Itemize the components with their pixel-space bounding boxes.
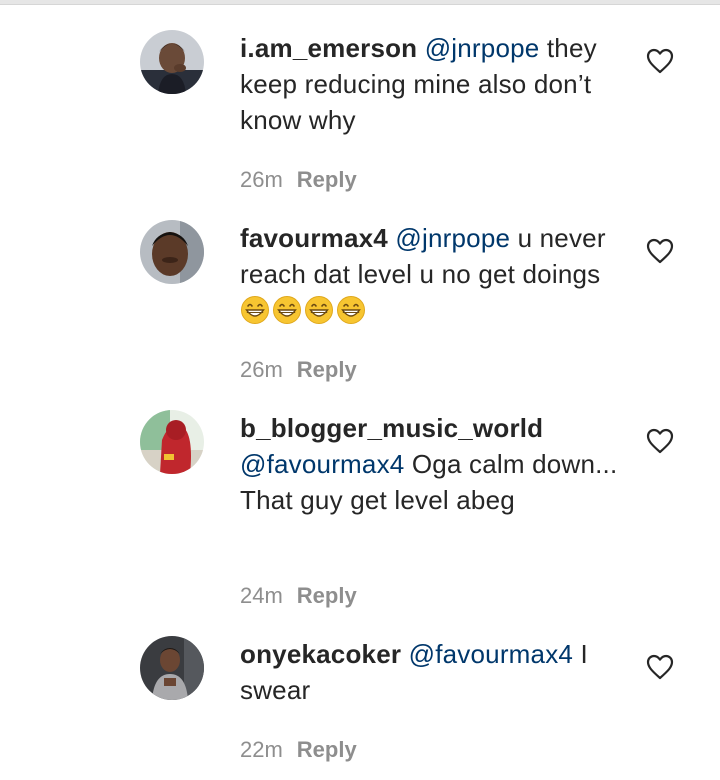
comment-username[interactable]: i.am_emerson bbox=[240, 33, 417, 63]
grinning-face-icon bbox=[273, 296, 301, 324]
avatar-photo-icon bbox=[140, 410, 204, 474]
avatar-photo-icon bbox=[140, 636, 204, 700]
reply-button[interactable]: Reply bbox=[297, 357, 357, 382]
comment-meta: 26m Reply bbox=[240, 356, 357, 384]
comment-timestamp: 26m bbox=[240, 357, 283, 382]
heart-outline-icon bbox=[646, 654, 674, 680]
like-button[interactable] bbox=[646, 428, 674, 454]
comment-mention[interactable]: @jnrpope bbox=[395, 223, 510, 253]
comment-meta: 26m Reply bbox=[240, 166, 357, 194]
avatar[interactable] bbox=[140, 636, 204, 700]
comment-body: onyekacoker @favourmax4 I swear bbox=[240, 636, 625, 708]
avatar-photo-icon bbox=[140, 220, 204, 284]
avatar[interactable] bbox=[140, 30, 204, 94]
comment-meta: 24m Reply bbox=[240, 582, 357, 610]
reply-button[interactable]: Reply bbox=[297, 737, 357, 762]
comment-timestamp: 26m bbox=[240, 167, 283, 192]
comment-mention[interactable]: @jnrpope bbox=[425, 33, 540, 63]
comment-username[interactable]: onyekacoker bbox=[240, 639, 401, 669]
like-button[interactable] bbox=[646, 654, 674, 680]
like-button[interactable] bbox=[646, 238, 674, 264]
comment-body: favourmax4 @jnrpope u never reach dat le… bbox=[240, 220, 625, 328]
avatar[interactable] bbox=[140, 220, 204, 284]
grinning-face-icon bbox=[241, 296, 269, 324]
comment-mention[interactable]: @favourmax4 bbox=[240, 449, 404, 479]
comment-meta: 22m Reply bbox=[240, 736, 357, 764]
comment-mention[interactable]: @favourmax4 bbox=[409, 639, 573, 669]
heart-outline-icon bbox=[646, 48, 674, 74]
grinning-face-icon bbox=[337, 296, 365, 324]
grinning-face-icon bbox=[305, 296, 333, 324]
comment-timestamp: 24m bbox=[240, 583, 283, 608]
emoji-group bbox=[240, 295, 368, 325]
avatar-photo-icon bbox=[140, 30, 204, 94]
comment-body: i.am_emerson @jnrpope they keep reducing… bbox=[240, 30, 625, 138]
reply-button[interactable]: Reply bbox=[297, 167, 357, 192]
top-divider bbox=[0, 0, 720, 5]
avatar[interactable] bbox=[140, 410, 204, 474]
heart-outline-icon bbox=[646, 428, 674, 454]
heart-outline-icon bbox=[646, 238, 674, 264]
comment-body: b_blogger_music_world @favourmax4 Oga ca… bbox=[240, 410, 625, 518]
comment-username[interactable]: favourmax4 bbox=[240, 223, 388, 253]
comment-timestamp: 22m bbox=[240, 737, 283, 762]
reply-button[interactable]: Reply bbox=[297, 583, 357, 608]
like-button[interactable] bbox=[646, 48, 674, 74]
comment-username[interactable]: b_blogger_music_world bbox=[240, 413, 543, 443]
